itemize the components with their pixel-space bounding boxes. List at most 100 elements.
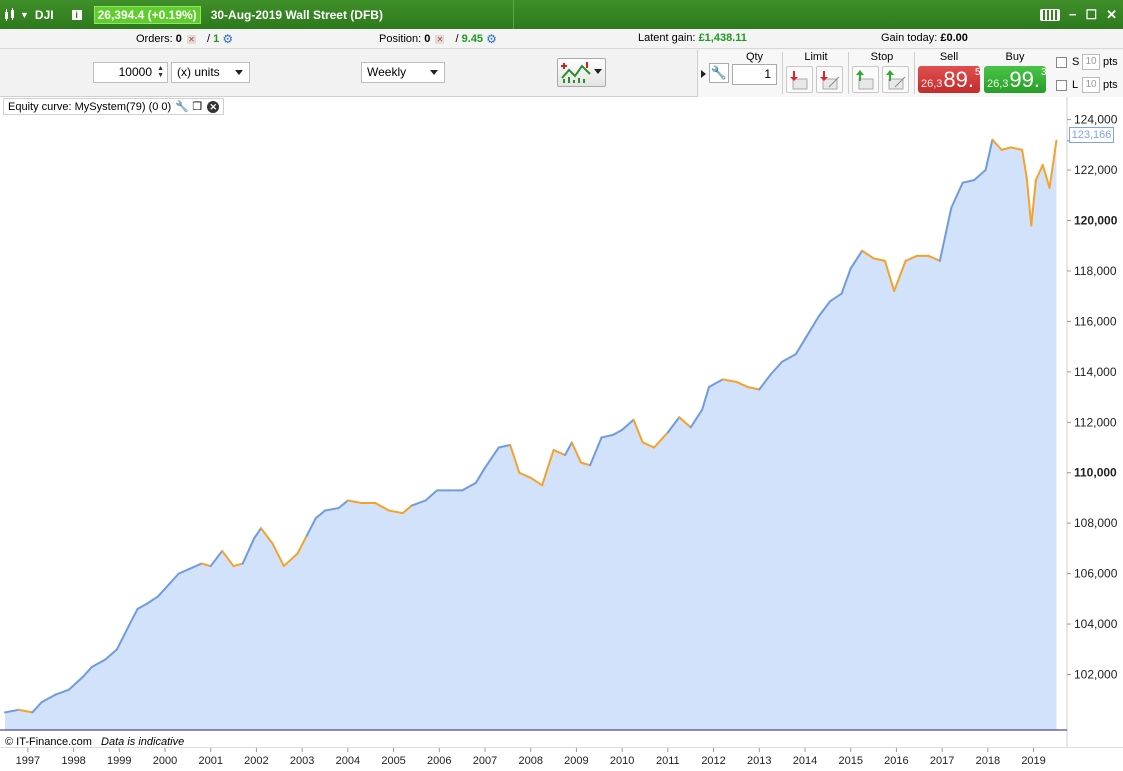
equity-curve-panel-header: Equity curve: MySystem(79) (0 0) 🔧 ❐ ✕ xyxy=(3,98,225,115)
x-tick-label: 2014 xyxy=(793,755,817,767)
buy-limit-order-icon[interactable] xyxy=(786,66,813,93)
minimize-button[interactable]: − xyxy=(1069,7,1077,22)
position-settings-icon[interactable]: ⚙ xyxy=(486,32,497,46)
y-tick-label: 108,000 xyxy=(1074,516,1118,530)
x-tick-label: 2000 xyxy=(153,755,177,767)
stepper-arrows-icon[interactable]: ▲ ▼ xyxy=(157,65,164,79)
sell-limit-order-icon[interactable] xyxy=(816,66,843,93)
x-tick-label: 2004 xyxy=(336,755,360,767)
limit-header: Limit xyxy=(804,51,828,63)
quantity-stepper[interactable]: 10000 ▲ ▼ xyxy=(93,62,168,83)
buy-button[interactable]: 26,3 99. 3 xyxy=(984,66,1047,93)
limit-points-input[interactable]: 10 xyxy=(1082,77,1100,93)
buy-price-sup: 3 xyxy=(1041,67,1047,78)
x-tick-label: 2010 xyxy=(610,755,634,767)
x-tick-label: 2009 xyxy=(564,755,588,767)
indicator-chart-icon xyxy=(561,62,591,83)
buy-price-prefix: 26,3 xyxy=(987,78,1009,90)
close-position-icon[interactable]: ✕ xyxy=(435,34,445,44)
y-tick-label: 122,000 xyxy=(1074,163,1118,177)
latent-gain: Latent gain: £1,438.11 xyxy=(638,32,747,44)
position-status[interactable]: Position: 0 ✕ / 9.45 ⚙ xyxy=(379,32,497,46)
symbol-dropdown-icon[interactable]: ▼ xyxy=(20,10,29,20)
disclaimer-text: Data is indicative xyxy=(101,736,185,748)
stop-points-unit: pts xyxy=(1103,56,1118,68)
position-pnl: 9.45 xyxy=(461,32,484,45)
window-title: 30-Aug-2019 Wall Street (DFB) xyxy=(210,7,383,22)
y-tick-label: 112,000 xyxy=(1074,415,1117,429)
chart-area[interactable]: Equity curve: MySystem(79) (0 0) 🔧 ❐ ✕ 1… xyxy=(0,97,1123,771)
price-change-badge: 26,394.4 (+0.19%) xyxy=(93,5,201,24)
trade-panel: 🔧 Qty 1 Limit Stop Sell 26,3 89. 5 Buy 2… xyxy=(697,50,1123,97)
last-value-label: 123,166 xyxy=(1069,127,1114,143)
sell-price-prefix: 26,3 xyxy=(921,78,943,90)
keyboard-icon[interactable] xyxy=(1039,8,1060,21)
limit-checkbox-label: L xyxy=(1072,79,1079,91)
x-tick-label: 2005 xyxy=(381,755,405,767)
orders-settings-icon[interactable]: ⚙ xyxy=(222,32,233,46)
y-tick-label: 110,000 xyxy=(1074,466,1117,480)
expand-arrow-icon[interactable] xyxy=(701,70,706,78)
sell-stop-order-icon[interactable] xyxy=(882,66,909,93)
info-icon[interactable]: i xyxy=(71,9,82,20)
x-tick-label: 2002 xyxy=(244,755,268,767)
y-tick-label: 116,000 xyxy=(1074,314,1117,328)
units-value: (x) units xyxy=(177,65,220,79)
title-bar: ▼ DJI i 26,394.4 (+0.19%) 30-Aug-2019 Wa… xyxy=(0,0,1123,29)
x-tick-label: 2006 xyxy=(427,755,451,767)
x-tick-label: 2012 xyxy=(701,755,725,767)
y-tick-label: 118,000 xyxy=(1074,264,1117,278)
units-select[interactable]: (x) units xyxy=(171,62,250,83)
maximize-button[interactable]: ☐ xyxy=(1085,7,1097,23)
equity-area xyxy=(5,139,1057,731)
limit-checkbox[interactable] xyxy=(1056,80,1067,91)
quantity-value: 10000 xyxy=(118,65,152,79)
x-tick-label: 2017 xyxy=(930,755,954,767)
copyright-text: © IT-Finance.com xyxy=(5,736,92,748)
x-tick-label: 1997 xyxy=(16,755,40,767)
buy-stop-order-icon[interactable] xyxy=(852,66,879,93)
stop-header: Stop xyxy=(870,51,894,63)
divider xyxy=(914,52,915,94)
y-tick-label: 102,000 xyxy=(1074,668,1118,682)
divider xyxy=(782,52,783,94)
status-row: Orders: 0 ✕ / 1 ⚙ Position: 0 ✕ / 9.45 ⚙… xyxy=(0,29,1123,49)
x-tick-label: 1998 xyxy=(61,755,85,767)
add-indicator-button[interactable] xyxy=(557,58,606,87)
cancel-orders-icon[interactable]: ✕ xyxy=(186,34,196,44)
orders-label: Orders: xyxy=(136,32,173,45)
x-tick-label: 2018 xyxy=(976,755,1000,767)
equity-chart[interactable]: 102,000 104,000 106,000 108,000 110,000 112,0… xyxy=(0,97,1123,747)
stop-checkbox-label: S xyxy=(1072,56,1080,68)
window-icon[interactable]: ❐ xyxy=(191,100,203,113)
stop-points-input[interactable]: 10 xyxy=(1082,54,1100,70)
chevron-down-icon xyxy=(430,70,438,75)
panel-title: Equity curve: MySystem(79) (0 0) xyxy=(8,100,172,113)
qty-input[interactable]: 1 xyxy=(732,64,777,85)
y-tick-label: 104,000 xyxy=(1074,617,1118,631)
sell-price-main: 89. xyxy=(943,67,975,92)
buy-price-main: 99. xyxy=(1009,67,1041,92)
x-axis-svg: 1997 1998 1999 2000 2001 2002 2003 2004 2005 2006… xyxy=(16,748,1046,767)
y-tick-label: 106,000 xyxy=(1074,567,1118,581)
orders-value: 0 xyxy=(175,32,182,45)
divider xyxy=(848,52,849,94)
x-tick-label: 2016 xyxy=(884,755,908,767)
x-tick-label: 2013 xyxy=(747,755,771,767)
buy-header: Buy xyxy=(1005,51,1025,63)
x-tick-label: 1999 xyxy=(107,755,131,767)
orders-status[interactable]: Orders: 0 ✕ / 1 ⚙ xyxy=(136,32,233,46)
x-axis: 1997 1998 1999 2000 2001 2002 2003 2004 2005 2006… xyxy=(0,747,1123,771)
wrench-icon[interactable]: 🔧 xyxy=(175,100,189,113)
position-label: Position: xyxy=(379,32,422,45)
stop-checkbox[interactable] xyxy=(1056,57,1067,68)
sell-button[interactable]: 26,3 89. 5 xyxy=(918,66,981,93)
chevron-down-icon[interactable] xyxy=(594,69,602,74)
candlestick-icon[interactable] xyxy=(4,7,16,22)
close-panel-button[interactable]: ✕ xyxy=(207,100,220,113)
timeframe-select[interactable]: Weekly xyxy=(361,62,445,83)
wrench-icon[interactable]: 🔧 xyxy=(709,63,729,83)
symbol-name[interactable]: DJI xyxy=(35,8,54,22)
y-tick-label: 120,000 xyxy=(1074,214,1118,228)
close-window-button[interactable]: ✕ xyxy=(1106,7,1117,23)
